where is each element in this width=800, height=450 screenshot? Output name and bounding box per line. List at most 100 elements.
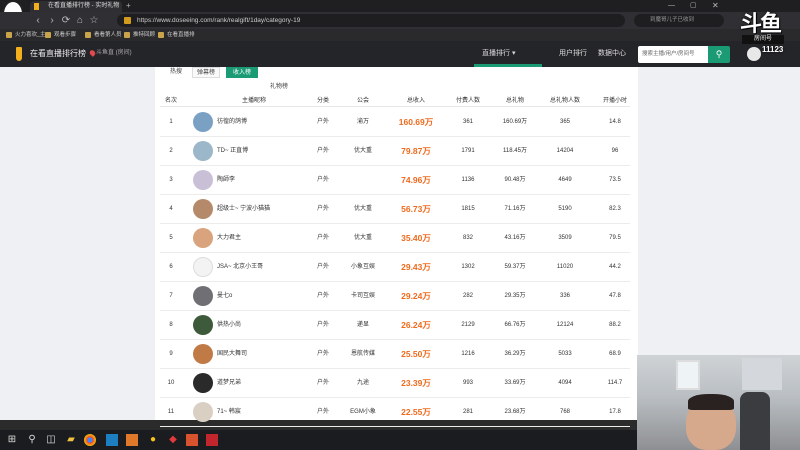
hours-cell: 68.9: [609, 351, 621, 357]
avatar[interactable]: [193, 315, 213, 335]
browser-search-input[interactable]: 到魔哥儿子已收到: [634, 14, 724, 27]
rank-cell: 9: [169, 351, 173, 357]
avatar[interactable]: [193, 344, 213, 364]
category-cell: 户外: [316, 119, 329, 125]
table-row[interactable]: 10 道梦兄弟 户外 九途 23.39万 993 33.69万 4094 114…: [160, 369, 630, 398]
app-icon[interactable]: [106, 434, 118, 446]
table-row[interactable]: 1 彷徨的鸽博 户外 渝万 160.69万 361 160.69万 365 14…: [160, 108, 630, 137]
avatar[interactable]: [193, 257, 213, 277]
hours-cell: 88.2: [609, 322, 621, 328]
streamer-name-link[interactable]: 超级士~ 宁波小猫猫: [217, 195, 270, 224]
tab-doseeing[interactable]: 在看直播排行榜 - 实时礼物总...: [30, 1, 122, 20]
bookmark-item[interactable]: 推特回顾: [124, 29, 155, 41]
search-icon[interactable]: ⚲: [708, 46, 730, 63]
app-icon[interactable]: [186, 434, 198, 446]
avatar[interactable]: [193, 199, 213, 219]
income-cell: 25.50万: [401, 349, 431, 359]
nav-data-center[interactable]: 数据中心: [598, 48, 626, 59]
search-icon[interactable]: ⚲: [25, 433, 39, 447]
nav-user-rank[interactable]: 用户排行: [559, 48, 587, 59]
gifts-cell: 33.69万: [504, 380, 526, 386]
site-logo-icon[interactable]: [16, 47, 22, 61]
gift-users-cell: 365: [559, 119, 570, 125]
bookmark-item[interactable]: 火力喜欢_主: [6, 29, 46, 41]
avatar[interactable]: [193, 141, 213, 161]
income-cell: 79.87万: [401, 146, 431, 156]
income-cell: 160.69万: [398, 117, 434, 127]
back-icon[interactable]: ‹: [31, 12, 45, 29]
filter-tab-income[interactable]: 收入榜: [226, 67, 258, 78]
income-cell: 29.43万: [401, 262, 431, 272]
table-row[interactable]: 8 供热小尚 户外 递显 26.24万 2129 66.76万 12124 88…: [160, 311, 630, 340]
app-icon[interactable]: ◆: [166, 433, 180, 447]
col-rank-header[interactable]: 名次: [160, 96, 182, 106]
home-icon[interactable]: ⌂: [73, 12, 87, 29]
table-row[interactable]: 4 超级士~ 宁波小猫猫 户外 优大重 56.73万 1815 71.16万 5…: [160, 195, 630, 224]
table-row[interactable]: 2 TD~ 正直博 户外 优大重 79.87万 1791 118.45万 142…: [160, 137, 630, 166]
avatar[interactable]: [193, 170, 213, 190]
filter-tab-gift[interactable]: 礼物榜: [270, 83, 288, 91]
rank-cell: 6: [169, 264, 173, 270]
avatar[interactable]: [193, 112, 213, 132]
start-icon[interactable]: ⊞: [5, 433, 19, 447]
col-income-header[interactable]: 总收入: [398, 96, 434, 106]
col-hours-header[interactable]: 开播小时: [598, 96, 632, 106]
task-view-icon[interactable]: ◫: [44, 433, 58, 447]
avatar[interactable]: [193, 402, 213, 422]
col-name-header[interactable]: 主播昵称: [222, 96, 286, 106]
chrome-icon[interactable]: [84, 434, 96, 446]
filter-tab-danmaku[interactable]: 弹幕榜: [192, 67, 220, 78]
streamer-name-link[interactable]: 供热小尚: [217, 311, 241, 340]
streamer-name-link[interactable]: 国民大舞司: [217, 340, 247, 369]
table-row[interactable]: 6 JSA~ 北京小王哥 户外 小象互娱 29.43万 1302 59.37万 …: [160, 253, 630, 282]
col-gifts-header[interactable]: 总礼物: [498, 96, 532, 106]
payers-cell: 1791: [461, 148, 475, 154]
streamer-name-link[interactable]: 陶師李: [217, 166, 235, 195]
bookmark-item[interactable]: 观看步骤: [45, 29, 76, 41]
app-icon[interactable]: [126, 434, 138, 446]
site-security-icon[interactable]: [124, 17, 131, 24]
bookmark-item[interactable]: 看看第人员: [85, 29, 122, 41]
hours-cell: 47.8: [609, 293, 621, 299]
site-name[interactable]: 在看直播排行榜: [30, 48, 86, 59]
streamer-name-link[interactable]: 道梦兄弟: [217, 369, 241, 398]
app-icon[interactable]: [206, 434, 218, 446]
platform-selector[interactable]: 斗鱼直 (房间): [96, 49, 132, 58]
avatar[interactable]: [193, 228, 213, 248]
avatar[interactable]: [193, 373, 213, 393]
folder-icon[interactable]: ▰: [64, 433, 78, 447]
bookmark-star-icon[interactable]: ☆: [87, 12, 101, 29]
bookmark-item[interactable]: 在看直播排: [158, 29, 195, 41]
table-row[interactable]: 9 国民大舞司 户外 恩航传媒 25.50万 1216 36.29万 5033 …: [160, 340, 630, 369]
avatar[interactable]: [193, 286, 213, 306]
streamer-name-link[interactable]: 71~ 韩宸: [217, 398, 241, 427]
site-search-input[interactable]: 搜索主播/用户/房间号: [638, 46, 708, 63]
forward-icon[interactable]: ›: [45, 12, 59, 29]
user-avatar[interactable]: [747, 47, 761, 61]
window-minimize-icon[interactable]: —: [668, 1, 675, 11]
gift-users-cell: 4094: [558, 380, 572, 386]
new-tab-button[interactable]: +: [126, 0, 131, 12]
address-bar[interactable]: https://www.doseeing.com/rank/realgift/1…: [117, 14, 625, 27]
payers-cell: 1136: [461, 177, 475, 183]
window-close-icon[interactable]: ✕: [712, 1, 719, 11]
table-row[interactable]: 7 曼七o 户外 卡司互娱 29.24万 282 29.35万 336 47.8: [160, 282, 630, 311]
table-row[interactable]: 11 71~ 韩宸 户外 EGM小象 22.55万 281 23.68万 768…: [160, 398, 630, 427]
nav-live-rank[interactable]: 直播排行 ▾: [482, 48, 515, 59]
col-payers-header[interactable]: 付费人数: [450, 96, 486, 106]
col-category-header[interactable]: 分类: [310, 96, 336, 106]
app-icon[interactable]: ●: [146, 433, 160, 447]
table-row[interactable]: 3 陶師李 户外 74.96万 1136 90.48万 4649 73.5: [160, 166, 630, 195]
col-gift-users-header[interactable]: 总礼物人数: [544, 96, 586, 106]
streamer-name-link[interactable]: 彷徨的鸽博: [217, 108, 247, 137]
window-maximize-icon[interactable]: ▢: [690, 1, 697, 11]
rank-cell: 5: [169, 235, 173, 241]
filter-tab-hot[interactable]: 热搜: [166, 67, 186, 78]
table-row[interactable]: 5 大力君主 户外 优大重 35.40万 832 43.16万 3509 79.…: [160, 224, 630, 253]
streamer-name-link[interactable]: TD~ 正直博: [217, 137, 248, 166]
streamer-name-link[interactable]: JSA~ 北京小王哥: [217, 253, 263, 282]
streamer-name-link[interactable]: 大力君主: [217, 224, 241, 253]
reload-icon[interactable]: ⟳: [59, 12, 73, 29]
col-guild-header[interactable]: 公会: [348, 96, 378, 106]
streamer-name-link[interactable]: 曼七o: [217, 282, 232, 311]
